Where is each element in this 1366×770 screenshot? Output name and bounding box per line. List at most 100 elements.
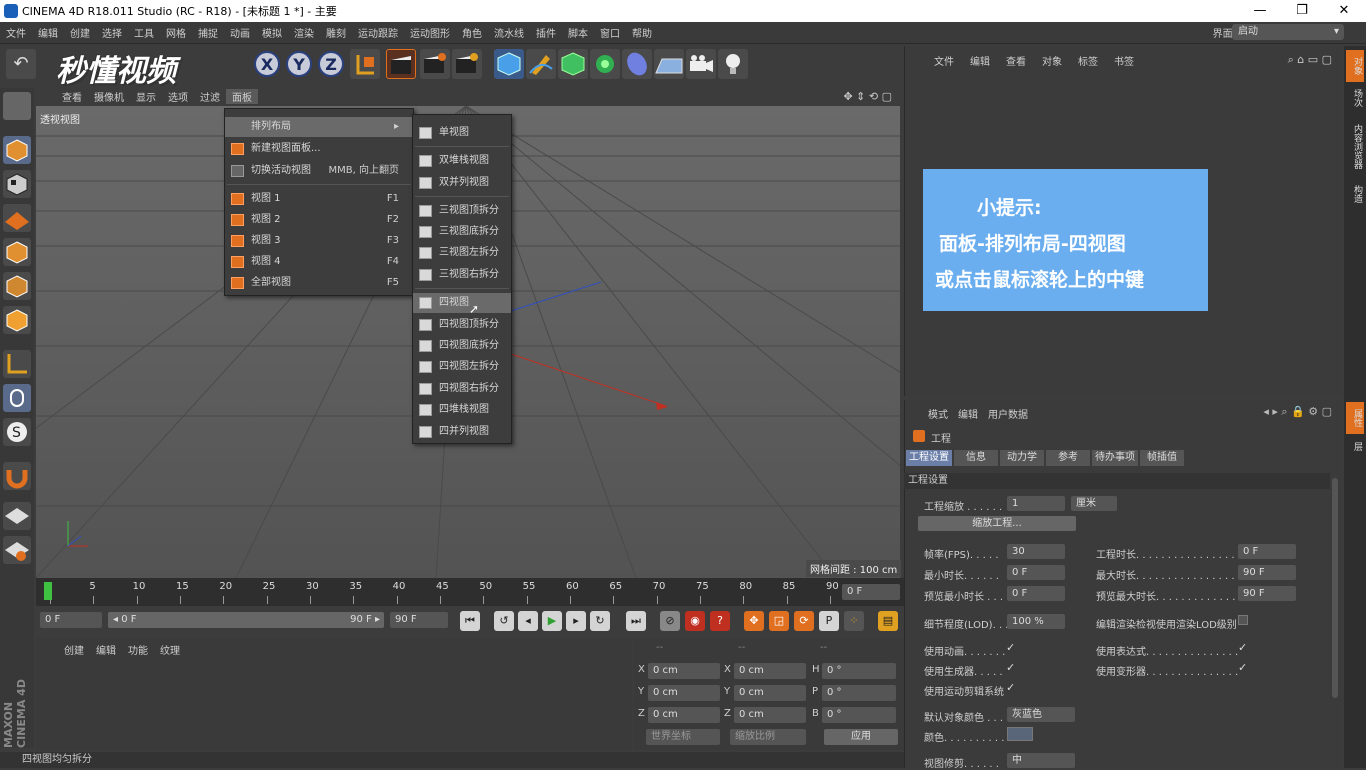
menu-item-view-2[interactable]: 视图 2 F2	[225, 210, 413, 230]
subdivision-icon[interactable]	[558, 49, 588, 79]
obj-menu-view[interactable]: 查看	[998, 53, 1034, 68]
lod-field[interactable]: 100 %	[1007, 614, 1065, 629]
tweak-mode-icon[interactable]	[3, 384, 31, 412]
mat-menu-edit[interactable]: 编辑	[90, 642, 122, 657]
current-frame-field[interactable]: 0 F	[842, 584, 900, 600]
menu-simulate[interactable]: 模拟	[256, 25, 288, 40]
record-keys-icon[interactable]: ⊘	[660, 611, 680, 631]
vp-menu-view[interactable]: 查看	[56, 89, 88, 104]
pos-z-field[interactable]: 0 cm	[648, 707, 720, 723]
attr-menu-edit[interactable]: 编辑	[953, 406, 983, 421]
menu-item-view-1[interactable]: 视图 1 F1	[225, 189, 413, 209]
project-scale-unit-select[interactable]: 厘米	[1071, 496, 1117, 511]
restore-button[interactable]: ❐	[1282, 0, 1322, 22]
min-time-field[interactable]: 0 F	[1007, 565, 1065, 580]
edges-mode-icon[interactable]	[3, 272, 31, 300]
viewport-nav-icons[interactable]: ✥ ⇕ ⟲ ▢	[843, 90, 892, 103]
submenu-four-left[interactable]: 四视图左拆分	[413, 357, 511, 377]
side-tab-objects[interactable]: 对象	[1346, 50, 1364, 82]
end-frame-field[interactable]: 90 F	[390, 612, 448, 628]
submenu-single-view[interactable]: 单视图	[413, 123, 511, 143]
menu-window[interactable]: 窗口	[594, 25, 626, 40]
submenu-two-stacked[interactable]: 双堆栈视图	[413, 151, 511, 171]
menu-item-all-views[interactable]: 全部视图 F5	[225, 273, 413, 293]
deformer-icon[interactable]	[622, 49, 652, 79]
menu-item-new-view-panel[interactable]: 新建视图面板...	[225, 139, 413, 159]
vp-menu-cameras[interactable]: 摄像机	[88, 89, 130, 104]
side-tab-layers[interactable]: 层	[1346, 436, 1364, 456]
key-scale-icon[interactable]: ◲	[769, 611, 789, 631]
preview-min-field[interactable]: 0 F	[1007, 586, 1065, 601]
rot-h-field[interactable]: 0 °	[822, 663, 896, 679]
menu-item-toggle-active-view[interactable]: 切换活动视图 MMB, 向上翻页	[225, 161, 413, 181]
layout-select[interactable]: 启动 ▾	[1232, 24, 1344, 40]
use-animation-checkbox[interactable]: ✓	[1006, 641, 1015, 654]
obj-menu-bookmarks[interactable]: 书签	[1106, 53, 1142, 68]
axis-mode-icon[interactable]	[3, 350, 31, 378]
project-time-field[interactable]: 0 F	[1238, 544, 1296, 559]
menu-motion-tracking[interactable]: 运动跟踪	[352, 25, 404, 40]
side-tab-content-browser[interactable]: 内容浏览器	[1346, 116, 1364, 176]
menu-snap[interactable]: 捕捉	[192, 25, 224, 40]
submenu-three-right[interactable]: 三视图右拆分	[413, 265, 511, 285]
submenu-four-bottom[interactable]: 四视图底拆分	[413, 336, 511, 356]
obj-menu-objects[interactable]: 对象	[1034, 53, 1070, 68]
snap-icon[interactable]: S	[3, 418, 31, 446]
tab-interpolation[interactable]: 帧插值	[1140, 450, 1184, 466]
pos-x-field[interactable]: 0 cm	[648, 663, 720, 679]
tab-info[interactable]: 信息	[954, 450, 998, 466]
attr-menu-user-data[interactable]: 用户数据	[983, 406, 1033, 421]
attr-nav-icons[interactable]: ◂ ▸ ⌕ 🔒 ⚙ ▢	[1263, 405, 1332, 419]
menu-select[interactable]: 选择	[96, 25, 128, 40]
submenu-four-stacked[interactable]: 四堆栈视图	[413, 400, 511, 420]
menu-tools[interactable]: 工具	[128, 25, 160, 40]
menu-file[interactable]: 文件	[0, 25, 32, 40]
next-key-icon[interactable]: ↻	[590, 611, 610, 631]
use-expression-checkbox[interactable]: ✓	[1238, 641, 1247, 654]
scale-project-button[interactable]: 缩放工程...	[918, 516, 1076, 531]
autokey-icon[interactable]: ◉	[685, 611, 705, 631]
use-deformers-checkbox[interactable]: ✓	[1238, 661, 1247, 674]
vp-menu-panel[interactable]: 面板	[226, 88, 258, 104]
menu-edit[interactable]: 编辑	[32, 25, 64, 40]
submenu-three-bottom[interactable]: 三视图底拆分	[413, 222, 511, 242]
start-frame-field[interactable]: 0 F	[40, 612, 102, 628]
play-icon[interactable]: ▶	[542, 611, 562, 631]
attr-menu-mode[interactable]: 模式	[923, 406, 953, 421]
render-picture-viewer-icon[interactable]	[420, 49, 450, 79]
frame-range-slider[interactable]: ◂ 0 F 90 F ▸	[108, 612, 384, 628]
project-scale-field[interactable]: 1	[1007, 496, 1065, 511]
key-parameter-icon[interactable]: P	[819, 611, 839, 631]
tab-todo[interactable]: 待办事项	[1092, 450, 1138, 466]
rot-p-field[interactable]: 0 °	[822, 685, 896, 701]
points-mode-icon[interactable]	[3, 238, 31, 266]
coordinate-system-icon[interactable]	[350, 49, 380, 79]
obj-menu-tags[interactable]: 标签	[1070, 53, 1106, 68]
menu-render[interactable]: 渲染	[288, 25, 320, 40]
y-axis-lock-icon[interactable]: Y	[286, 51, 312, 77]
menu-animate[interactable]: 动画	[224, 25, 256, 40]
default-color-select[interactable]: 灰蓝色	[1007, 707, 1075, 722]
key-rotation-icon[interactable]: ⟳	[794, 611, 814, 631]
menu-plugins[interactable]: 插件	[530, 25, 562, 40]
menu-item-view-3[interactable]: 视图 3 F3	[225, 231, 413, 251]
mat-menu-texture[interactable]: 纹理	[154, 642, 186, 657]
obj-menu-file[interactable]: 文件	[926, 53, 962, 68]
key-position-icon[interactable]: ✥	[744, 611, 764, 631]
coord-system-select[interactable]: 世界坐标	[646, 729, 720, 745]
lock-workplane-icon[interactable]	[3, 502, 31, 530]
tab-project-settings[interactable]: 工程设置	[906, 450, 952, 466]
use-motion-system-checkbox[interactable]: ✓	[1006, 681, 1015, 694]
tab-reference[interactable]: 参考	[1046, 450, 1090, 466]
floor-icon[interactable]	[654, 49, 684, 79]
size-y-field[interactable]: 0 cm	[734, 685, 806, 701]
max-time-field[interactable]: 90 F	[1238, 565, 1296, 580]
size-x-field[interactable]: 0 cm	[734, 663, 806, 679]
fps-field[interactable]: 30	[1007, 544, 1065, 559]
submenu-four-right[interactable]: 四视图右拆分	[413, 379, 511, 399]
side-tab-attributes[interactable]: 属性	[1346, 402, 1364, 434]
cloner-icon[interactable]	[590, 49, 620, 79]
minimize-button[interactable]: —	[1240, 0, 1280, 22]
size-z-field[interactable]: 0 cm	[734, 707, 806, 723]
size-mode-select[interactable]: 缩放比例	[730, 729, 806, 745]
